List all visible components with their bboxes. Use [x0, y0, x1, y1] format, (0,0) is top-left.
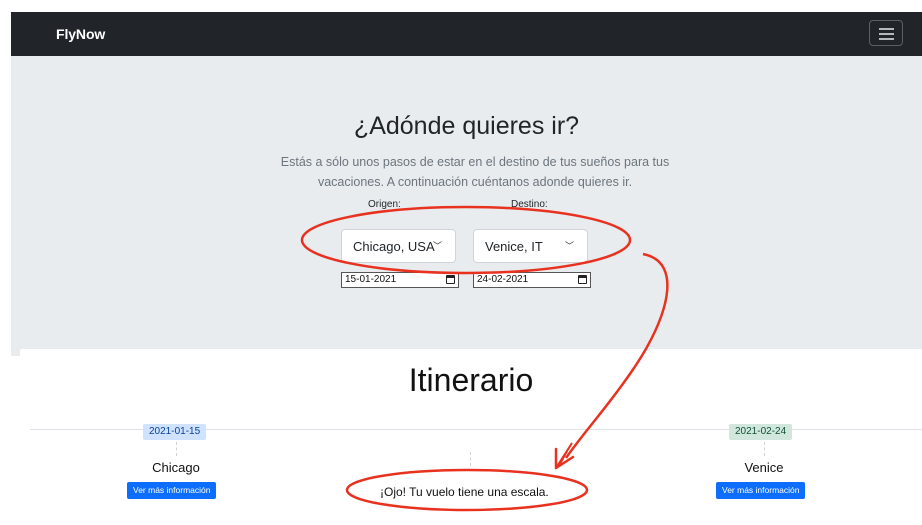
stop-city: Venice [744, 460, 784, 475]
hero-lead-text: Estás a sólo unos pasos de estar en el d… [280, 152, 670, 192]
calendar-icon[interactable] [578, 275, 587, 284]
timeline-connector [764, 442, 766, 456]
stop-info-button[interactable]: Ver más información [716, 482, 806, 499]
calendar-icon[interactable] [446, 275, 455, 284]
navbar-toggle-button[interactable] [869, 20, 903, 46]
timeline-connector [176, 442, 178, 456]
brand-logo[interactable]: FlyNow [56, 26, 105, 42]
app-window: FlyNow ¿Adónde quieres ir? Estás a sólo … [0, 0, 922, 525]
hero-title: ¿Adónde quieres ir? [353, 112, 580, 140]
return-date-value: 24-02-2021 [477, 274, 529, 285]
destination-label: Destino: [511, 199, 548, 210]
itinerary-title: Itinerario [408, 362, 534, 398]
chevron-down-icon: ﹀ [564, 241, 574, 251]
destination-select[interactable]: Venice, IT ﹀ [473, 229, 588, 263]
stop-date-badge: 2021-01-15 [143, 424, 207, 440]
hero-section [11, 56, 922, 356]
origin-select-value: Chicago, USA [353, 239, 435, 254]
return-date-input[interactable]: 24-02-2021 [473, 272, 591, 288]
layover-notice: ¡Ojo! Tu vuelo tiene una escala. [380, 485, 549, 499]
origin-label: Origen: [368, 199, 401, 210]
stop-info-button[interactable]: Ver más información [127, 482, 217, 499]
stop-city: Chicago [152, 460, 200, 475]
stop-date-badge: 2021-02-24 [729, 424, 793, 440]
departure-date-input[interactable]: 15-01-2021 [341, 272, 459, 288]
hamburger-menu-icon [879, 28, 894, 30]
departure-date-value: 15-01-2021 [345, 274, 397, 285]
hero-lead-line: vacaciones. A continuación cuéntanos ado… [317, 175, 633, 189]
destination-select-value: Venice, IT [485, 239, 543, 254]
hero-lead-line: Estás a sólo unos pasos de estar en el d… [280, 155, 670, 169]
chevron-down-icon: ﹀ [432, 241, 442, 251]
navbar: FlyNow [11, 12, 922, 56]
origin-select[interactable]: Chicago, USA ﹀ [341, 229, 456, 263]
timeline-connector [470, 452, 472, 466]
